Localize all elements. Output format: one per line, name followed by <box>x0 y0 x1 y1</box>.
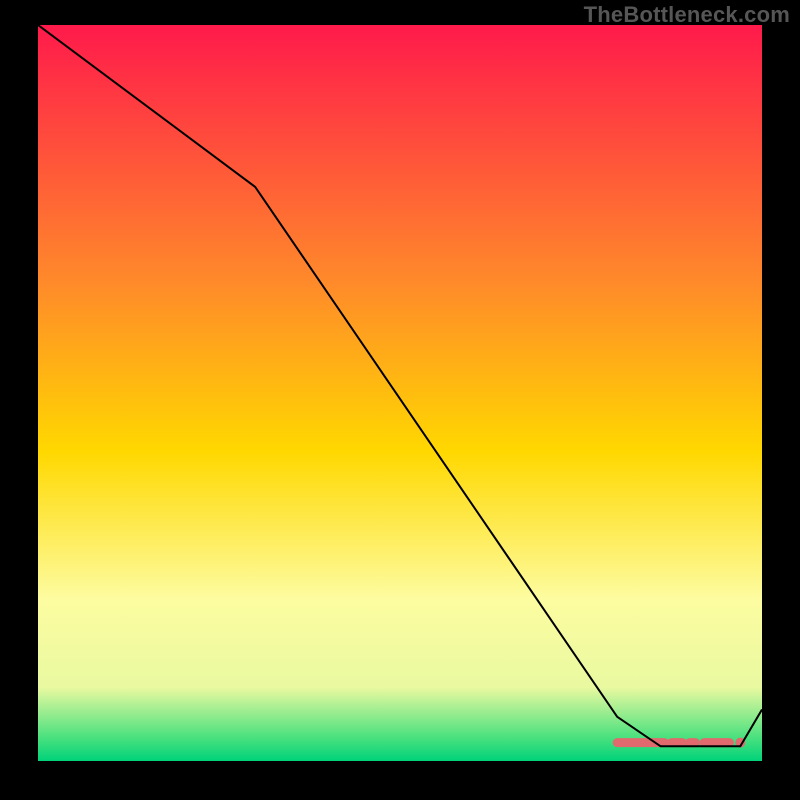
chart-svg <box>38 25 762 761</box>
gradient-background <box>38 25 762 761</box>
chart-frame: TheBottleneck.com <box>0 0 800 800</box>
plot-area <box>38 25 762 761</box>
